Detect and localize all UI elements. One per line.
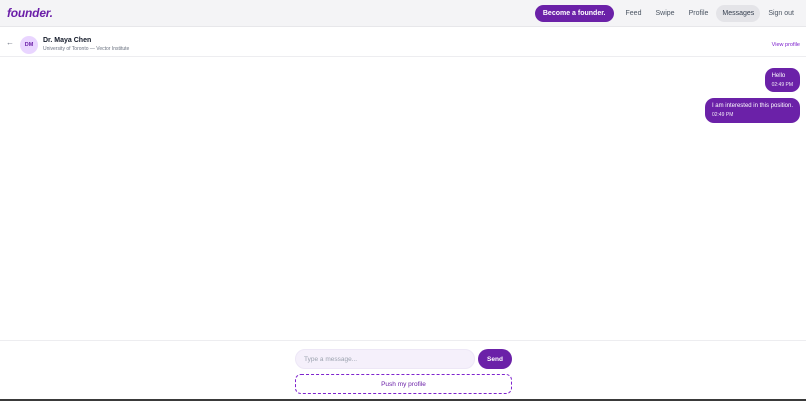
message-bubble: I am interested in this position. 02:49 … [704, 98, 800, 123]
message-time: 02:49 PM [711, 112, 734, 118]
nav-messages[interactable]: Messages [716, 5, 761, 22]
contact-name: Dr. Maya Chen [43, 37, 92, 44]
message-time: 02:49 PM [771, 82, 793, 88]
message-text: Hello [771, 73, 786, 79]
become-founder-button[interactable]: Become a founder. [534, 5, 614, 22]
message-text: I am interested in this position. [711, 103, 793, 109]
nav-swipe[interactable]: Swipe [649, 5, 680, 22]
message-list: Hello 02:49 PM I am interested in this p… [0, 58, 806, 340]
avatar: DM [20, 36, 38, 54]
main-nav: Become a founder. Feed Swipe Profile Mes… [534, 5, 800, 22]
nav-profile[interactable]: Profile [683, 5, 715, 22]
back-arrow-icon[interactable]: ← [6, 38, 14, 47]
nav-feed[interactable]: Feed [620, 5, 648, 22]
message-bubble: Hello 02:49 PM [764, 68, 800, 92]
message-composer: Type a message... Send Push my profile [0, 340, 806, 401]
chat-header: ← DM Dr. Maya Chen University of Toronto… [0, 33, 806, 57]
push-profile-button[interactable]: Push my profile [295, 374, 512, 394]
sign-out-button[interactable]: Sign out [762, 5, 800, 22]
send-button[interactable]: Send [478, 349, 512, 369]
brand-logo[interactable]: founder. [7, 6, 53, 20]
contact-affiliation: University of Toronto — Vector Institute [43, 46, 130, 52]
top-nav-bar: founder. Become a founder. Feed Swipe Pr… [0, 0, 806, 27]
view-profile-link[interactable]: View profile [772, 42, 800, 48]
message-input[interactable]: Type a message... [295, 349, 475, 369]
